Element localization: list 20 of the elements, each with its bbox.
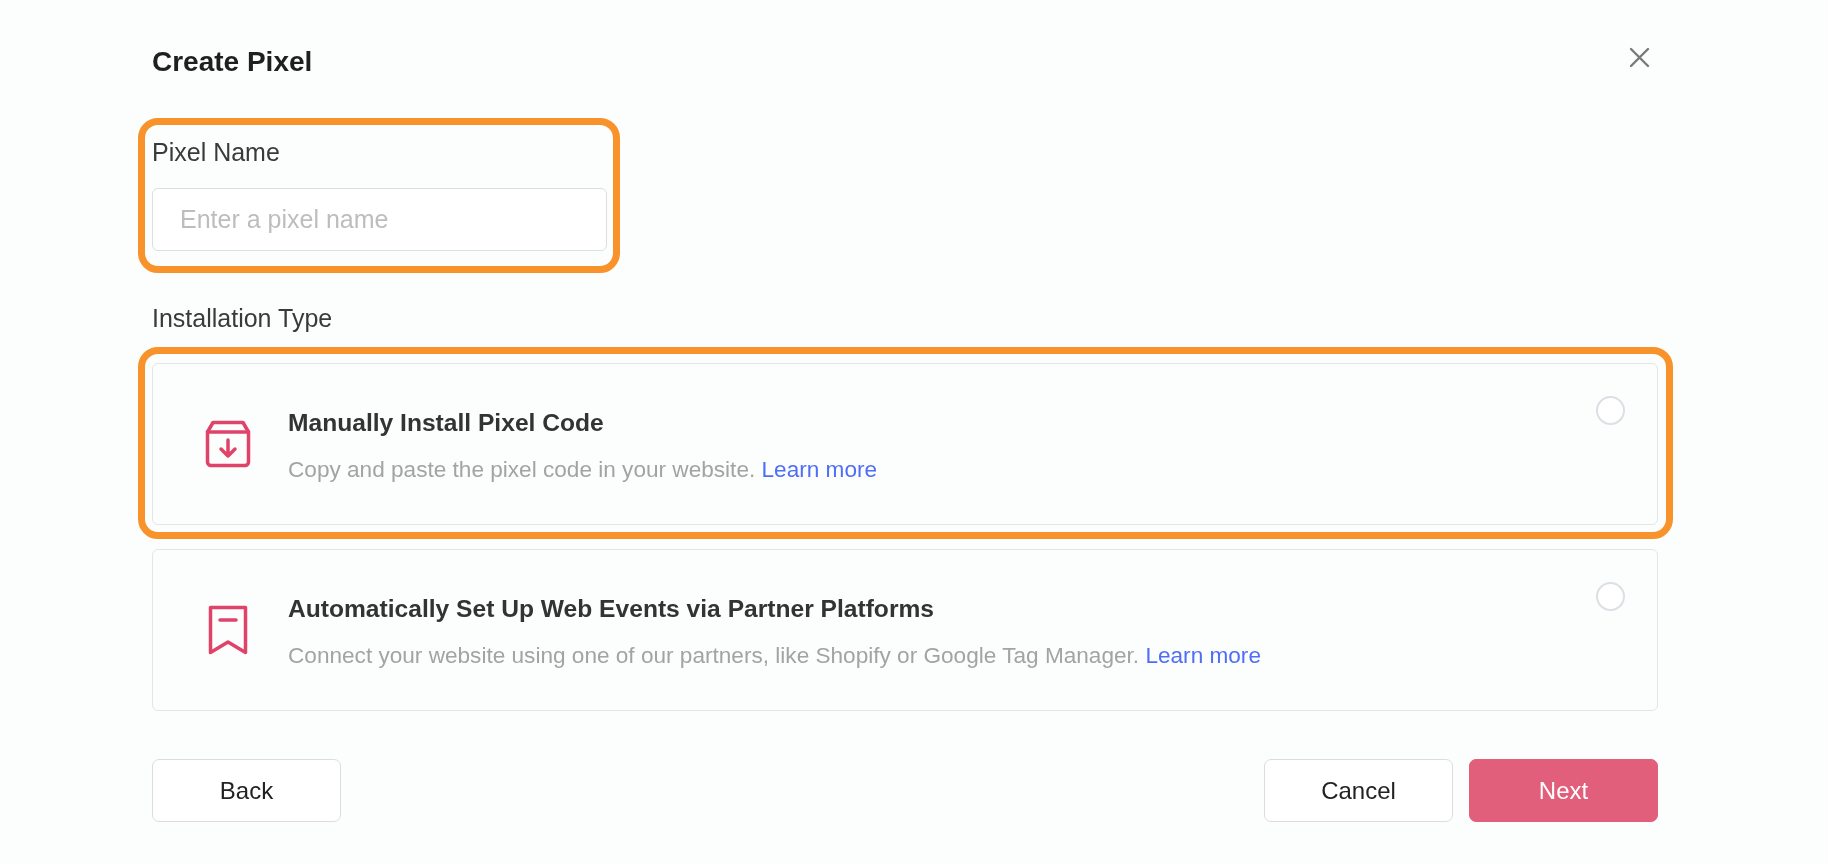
learn-more-link[interactable]: Learn more [1145, 643, 1261, 668]
section-label: Installation Type [152, 303, 333, 333]
dialog-title: Create Pixel [152, 45, 313, 79]
field-label: Pixel Name [152, 137, 280, 167]
box-download-icon [205, 420, 251, 468]
radio-button[interactable] [1596, 582, 1625, 611]
installation-option-card[interactable]: Manually Install Pixel Code Copy and paste the pixel code in your website. Learn more [152, 363, 1658, 525]
installation-option-card[interactable]: Automatically Set Up Web Events via Partner Platforms Connect your website using one of our partners, like Shopify or Google Tag Manager. Learn more [152, 549, 1658, 711]
option-description: Copy and paste the pixel code in your website. Learn more [288, 456, 878, 484]
pixel-name-input[interactable]: Enter a pixel name [152, 188, 607, 251]
close-button[interactable] [1627, 45, 1651, 69]
bookmark-icon [208, 605, 248, 655]
option-description: Connect your website using one of our partners, like Shopify or Google Tag Manager. Learn more [288, 642, 1261, 670]
secondary-button[interactable]: Back [152, 759, 341, 822]
radio-button[interactable] [1596, 396, 1625, 425]
option-title: Automatically Set Up Web Events via Partner Platforms [288, 594, 934, 624]
close-icon [1628, 46, 1650, 68]
secondary-button[interactable]: Cancel [1264, 759, 1453, 822]
option-title: Manually Install Pixel Code [288, 408, 604, 438]
learn-more-link[interactable]: Learn more [761, 457, 878, 482]
